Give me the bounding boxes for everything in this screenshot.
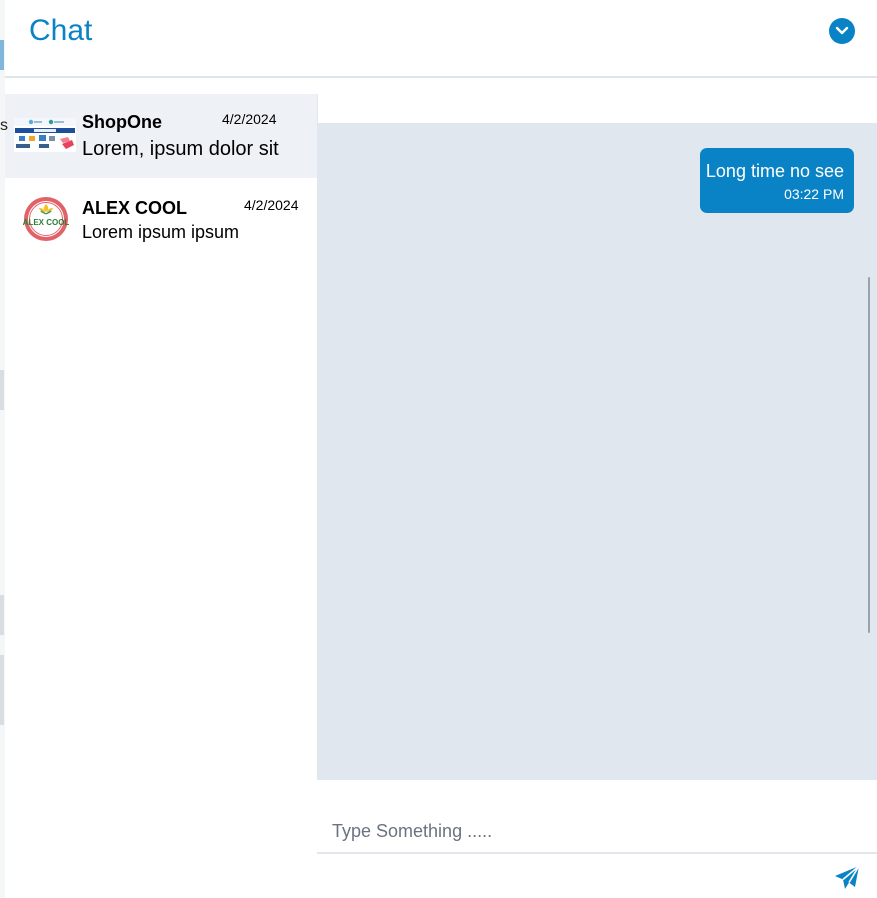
message-thread: Long time no see 03:22 PM bbox=[317, 123, 877, 780]
collapse-chat-button[interactable] bbox=[829, 18, 855, 44]
chevron-down-icon bbox=[835, 26, 849, 35]
message-timestamp: 03:22 PM bbox=[784, 186, 844, 202]
conversation-preview: Lorem ipsum ipsum bbox=[82, 222, 240, 242]
conversation-list: ShopOne 4/2/2024 Lorem, ipsum dolor sit … bbox=[5, 94, 318, 898]
conversation-name: ALEX COOL bbox=[82, 198, 188, 218]
conversation-date: 4/2/2024 bbox=[222, 111, 277, 127]
background-page-text: s bbox=[0, 117, 8, 134]
send-button[interactable] bbox=[833, 864, 861, 892]
shop-banner-thumbnail bbox=[14, 118, 76, 152]
conversation-item-alex-cool[interactable]: ALEX COOL ALEX COOL 4/2/2024 Lorem ipsum… bbox=[5, 178, 317, 262]
chat-panel: Chat ShopOne 4/2/2024 Lorem, ipsum dolor… bbox=[5, 0, 877, 898]
paper-plane-icon bbox=[835, 865, 860, 889]
message-input[interactable] bbox=[317, 810, 877, 854]
conversation-date: 4/2/2024 bbox=[244, 197, 299, 213]
chat-title: Chat bbox=[29, 14, 93, 47]
alex-cool-logo: ALEX COOL bbox=[23, 197, 69, 241]
message-scrollbar[interactable] bbox=[868, 277, 870, 633]
conversation-name: ShopOne bbox=[82, 112, 162, 132]
chat-page: s Chat ShopOne 4/2/2024 Lorem, ipsum dol… bbox=[0, 0, 877, 898]
alex-cool-logo-text: ALEX COOL bbox=[23, 218, 69, 227]
message-composer bbox=[317, 780, 877, 898]
chat-header: Chat bbox=[5, 0, 877, 78]
conversation-preview: Lorem, ipsum dolor sit bbox=[82, 138, 279, 160]
message-text: Long time no see bbox=[705, 161, 844, 181]
message-bubble-outgoing: Long time no see 03:22 PM bbox=[700, 148, 854, 213]
conversation-item-shopone[interactable]: ShopOne 4/2/2024 Lorem, ipsum dolor sit bbox=[5, 94, 317, 178]
